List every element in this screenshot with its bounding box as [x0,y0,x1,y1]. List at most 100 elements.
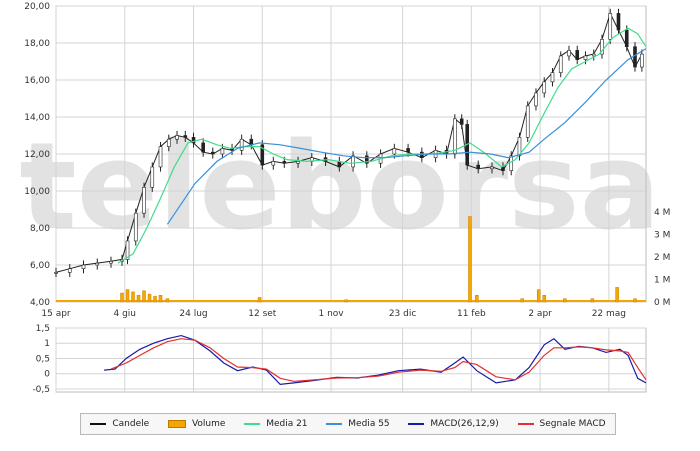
candle-body [166,138,171,147]
volume-bar [153,296,157,303]
price-tick-label: 10,00 [24,187,50,197]
candle-body [249,138,254,146]
candle-body [453,118,457,155]
candle-body [525,105,530,138]
volume-bar [147,293,152,303]
candle-body [271,161,276,166]
volume-tick-label: 1 M [654,276,670,286]
legend-swatch [90,423,107,425]
legend-swatch [167,420,186,428]
x-tick-label: 11 feb [457,309,486,319]
legend-item-volume: Volume [167,419,226,429]
x-tick-label: 24 lug [179,309,207,319]
candle-body [158,146,163,168]
volume-bar [158,295,163,303]
price-tick-label: 4,00 [30,298,50,308]
candle-body [550,72,555,83]
price-tick-label: 14,00 [24,113,50,123]
candle-body [210,151,215,155]
legend-label: Volume [191,419,226,429]
volume-bar [344,299,348,303]
candle-body [575,50,580,60]
macd-tick-label: -0,5 [32,385,50,395]
legend-item-media-55: Media 55 [326,419,390,429]
macd-panel-frame [55,327,647,393]
legend-label: Media 21 [266,419,308,429]
candle-body [67,268,72,273]
legend-label: Segnale MACD [539,419,606,429]
candle-body [406,148,410,153]
candle-body [175,135,179,140]
volume-bar [120,292,124,303]
volume-bar [590,298,595,303]
macd-tick-label: 1,5 [36,324,50,334]
macd-tick-label: 1 [44,339,50,349]
candle-body [608,13,613,40]
candle-body [109,260,113,264]
volume-bar [165,298,170,303]
volume-bar [536,289,541,303]
price-tick-label: 12,00 [24,150,50,160]
candle-body [392,148,397,155]
volume-tick-label: 4 M [654,208,670,218]
price-tick-label: 18,00 [24,39,50,49]
legend-swatch [517,423,534,425]
candle-body [640,53,644,68]
x-tick-label: 23 dic [389,309,417,319]
candle-body [351,155,355,168]
volume-bar [125,289,130,303]
candle-body [81,264,86,269]
legend-swatch [408,423,425,425]
volume-tick-label: 2 M [654,253,670,263]
volume-bar [475,295,479,303]
volume-bar [257,297,262,303]
legend-item-macd-26-12-9: MACD(26,12,9) [408,419,499,429]
candle-body [591,53,596,57]
volume-bar [136,295,141,303]
candle-body [542,81,547,94]
candle-body [616,13,621,31]
candle-body [239,138,244,151]
volume-bar [131,291,135,303]
price-tick-label: 6,00 [30,261,50,271]
candle-body [201,142,205,153]
candle-body [296,161,300,164]
candle-body [534,92,538,107]
candle-body [142,187,146,214]
candle-body [583,55,588,60]
macd-tick-label: 0 [44,370,50,380]
x-tick-label: 2 apr [528,309,552,319]
candle-body [459,118,464,125]
candle-body [624,29,629,47]
legend-item-candele: Candele [90,419,149,429]
candle-body [633,46,637,68]
legend-swatch [244,423,261,425]
candle-body [95,262,100,266]
price-tick-label: 20,00 [24,2,50,12]
macd-tick-label: 0,5 [36,354,50,364]
legend-swatch [326,423,343,425]
candle-body [54,272,58,274]
candle-body [558,55,563,73]
volume-tick-label: 0 M [654,298,670,308]
x-tick-label: 1 nov [318,309,344,319]
watermark-text: teleborsa [19,118,660,257]
candle-body [509,155,514,171]
volume-bar [542,295,546,303]
legend-item-media-21: Media 21 [244,419,308,429]
chart-canvas: teleborsa 15 apr 4 giu 24 lug 12 set 1 nov 23 … [19,2,670,395]
candle-body [476,164,481,170]
price-tick-label: 16,00 [24,76,50,86]
candle-body [220,148,225,155]
candle-body [150,166,155,188]
volume-bar [563,298,567,303]
candle-body [133,212,138,242]
legend-label: Media 55 [348,419,390,429]
price-tick-label: 8,00 [30,224,50,234]
candle-body [567,50,571,57]
volume-bar [520,298,524,303]
volume-tick-label: 3 M [654,231,670,241]
x-tick-label: 22 mag [592,309,626,319]
x-tick-label: 15 apr [41,309,71,319]
legend: Candele Volume Media 21 Media 55 MACD(26,12,… [80,413,616,435]
